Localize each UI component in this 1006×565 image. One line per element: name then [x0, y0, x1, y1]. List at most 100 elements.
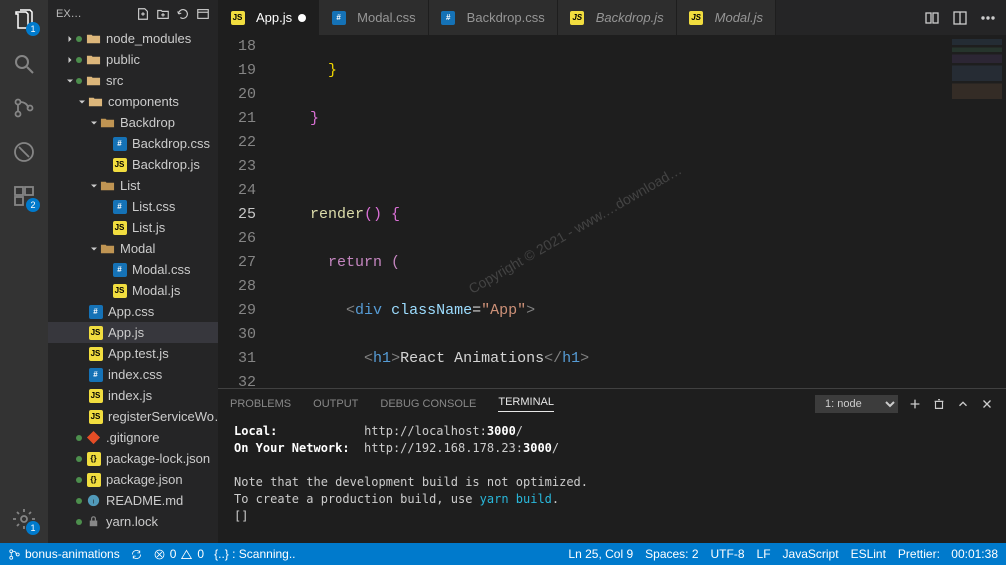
tree-item-label: List.js — [132, 220, 165, 235]
watermark: Copyright © 2021 - www.…download… — [464, 158, 686, 300]
close-panel-icon[interactable] — [980, 397, 994, 411]
editor-tab[interactable]: JSApp.js — [218, 0, 319, 35]
tree-item-label: registerServiceWo… — [108, 409, 218, 424]
tree-item[interactable]: components — [48, 91, 218, 112]
tree-item-label: src — [106, 73, 123, 88]
tree-item[interactable]: Modal — [48, 238, 218, 259]
new-folder-icon[interactable] — [156, 7, 170, 21]
extensions-badge: 2 — [26, 198, 40, 212]
tree-item[interactable]: JSBackdrop.js — [48, 154, 218, 175]
sync-status[interactable] — [130, 548, 143, 561]
language-status[interactable]: {..} : Scanning.. — [214, 547, 295, 561]
line-gutter: 18192021222324252627282930313233 — [218, 35, 272, 388]
collapse-icon[interactable] — [196, 7, 210, 21]
tab-label: App.js — [256, 10, 292, 25]
tree-item-label: components — [108, 94, 179, 109]
new-file-icon[interactable] — [136, 7, 150, 21]
tab-label: Backdrop.js — [596, 10, 664, 25]
tree-item[interactable]: JSModal.js — [48, 280, 218, 301]
tree-item[interactable]: Backdrop — [48, 112, 218, 133]
tab-label: Modal.js — [715, 10, 763, 25]
tree-item[interactable]: #App.css — [48, 301, 218, 322]
editor-tab[interactable]: #Modal.css — [319, 0, 429, 35]
new-terminal-icon[interactable] — [908, 397, 922, 411]
language-mode[interactable]: JavaScript — [783, 547, 839, 561]
panel-tab[interactable]: DEBUG CONSOLE — [380, 398, 476, 410]
panel-tab[interactable]: TERMINAL — [498, 396, 554, 412]
tree-item[interactable]: JSindex.js — [48, 385, 218, 406]
tree-item-label: Modal — [120, 241, 155, 256]
split-editor-icon[interactable] — [952, 10, 968, 26]
sidebar-title: EX… — [56, 8, 82, 20]
settings-badge: 1 — [26, 521, 40, 535]
tree-item[interactable]: #Modal.css — [48, 259, 218, 280]
tree-item-label: List.css — [132, 199, 175, 214]
tree-item[interactable]: src — [48, 70, 218, 91]
tree-item[interactable]: JSApp.test.js — [48, 343, 218, 364]
search-icon[interactable] — [12, 52, 36, 76]
problems-status[interactable]: 0 0 — [153, 547, 204, 561]
tree-item-label: index.css — [108, 367, 162, 382]
editor-tab[interactable]: #Backdrop.css — [429, 0, 558, 35]
panel-tab[interactable]: PROBLEMS — [230, 398, 291, 410]
compare-icon[interactable] — [924, 10, 940, 26]
maximize-panel-icon[interactable] — [956, 397, 970, 411]
tree-item[interactable]: #index.css — [48, 364, 218, 385]
tree-item-label: Backdrop.js — [132, 157, 200, 172]
tree-item[interactable]: .gitignore — [48, 427, 218, 448]
tree-item[interactable]: List — [48, 175, 218, 196]
code-content: } } render() { return ( <div className="… — [272, 35, 946, 388]
tree-item-label: App.css — [108, 304, 154, 319]
tree-item-label: .gitignore — [106, 430, 159, 445]
tree-item[interactable]: JSregisterServiceWo… — [48, 406, 218, 427]
tree-item[interactable]: yarn.lock — [48, 511, 218, 532]
editor-tab[interactable]: JSBackdrop.js — [558, 0, 677, 35]
eslint-status[interactable]: ESLint — [851, 547, 886, 561]
tree-item-label: App.js — [108, 325, 144, 340]
prettier-status[interactable]: Prettier: 00:01:38 — [898, 547, 998, 561]
status-bar: bonus-animations 0 0 {..} : Scanning.. L… — [0, 543, 1006, 565]
debug-icon[interactable] — [12, 140, 36, 164]
tree-item-label: yarn.lock — [106, 514, 158, 529]
cursor-position[interactable]: Ln 25, Col 9 — [568, 547, 633, 561]
tree-item[interactable]: JSApp.js — [48, 322, 218, 343]
tree-item[interactable]: #Backdrop.css — [48, 133, 218, 154]
tree-item-label: node_modules — [106, 31, 191, 46]
terminal-content[interactable]: Local: http://localhost:3000/ On Your Ne… — [218, 419, 1006, 543]
file-tree[interactable]: node_modulespublic src components Backdrop #… — [48, 28, 218, 543]
tab-label: Modal.css — [357, 10, 416, 25]
editor-tab[interactable]: JSModal.js — [677, 0, 776, 35]
tree-item[interactable]: public — [48, 49, 218, 70]
branch-status[interactable]: bonus-animations — [8, 547, 120, 561]
terminal-select[interactable]: 1: node — [815, 395, 898, 413]
code-editor[interactable]: 18192021222324252627282930313233 } } ren… — [218, 35, 1006, 388]
tree-item-label: index.js — [108, 388, 152, 403]
tree-item-label: Modal.js — [132, 283, 180, 298]
tree-item-label: Backdrop — [120, 115, 175, 130]
activity-bar: 1 2 1 — [0, 0, 48, 543]
tree-item-label: package-lock.json — [106, 451, 210, 466]
kill-terminal-icon[interactable] — [932, 397, 946, 411]
indent-status[interactable]: Spaces: 2 — [645, 547, 698, 561]
panel-tab[interactable]: OUTPUT — [313, 398, 358, 410]
source-control-icon[interactable] — [12, 96, 36, 120]
tree-item[interactable]: #List.css — [48, 196, 218, 217]
tree-item-label: Modal.css — [132, 262, 191, 277]
tree-item[interactable]: {}package-lock.json — [48, 448, 218, 469]
encoding-status[interactable]: UTF-8 — [711, 547, 745, 561]
explorer-icon[interactable]: 1 — [12, 8, 36, 32]
tree-item[interactable]: {}package.json — [48, 469, 218, 490]
minimap[interactable] — [946, 35, 1006, 388]
tree-item-label: App.test.js — [108, 346, 169, 361]
settings-icon[interactable]: 1 — [12, 507, 36, 531]
eol-status[interactable]: LF — [757, 547, 771, 561]
tree-item[interactable]: JSList.js — [48, 217, 218, 238]
sidebar: EX… node_modulespublic src components Backd… — [48, 0, 218, 543]
refresh-icon[interactable] — [176, 7, 190, 21]
tree-item-label: Backdrop.css — [132, 136, 210, 151]
more-icon[interactable] — [980, 10, 996, 26]
tree-item[interactable]: iREADME.md — [48, 490, 218, 511]
tree-item-label: package.json — [106, 472, 183, 487]
tree-item[interactable]: node_modules — [48, 28, 218, 49]
extensions-icon[interactable]: 2 — [12, 184, 36, 208]
